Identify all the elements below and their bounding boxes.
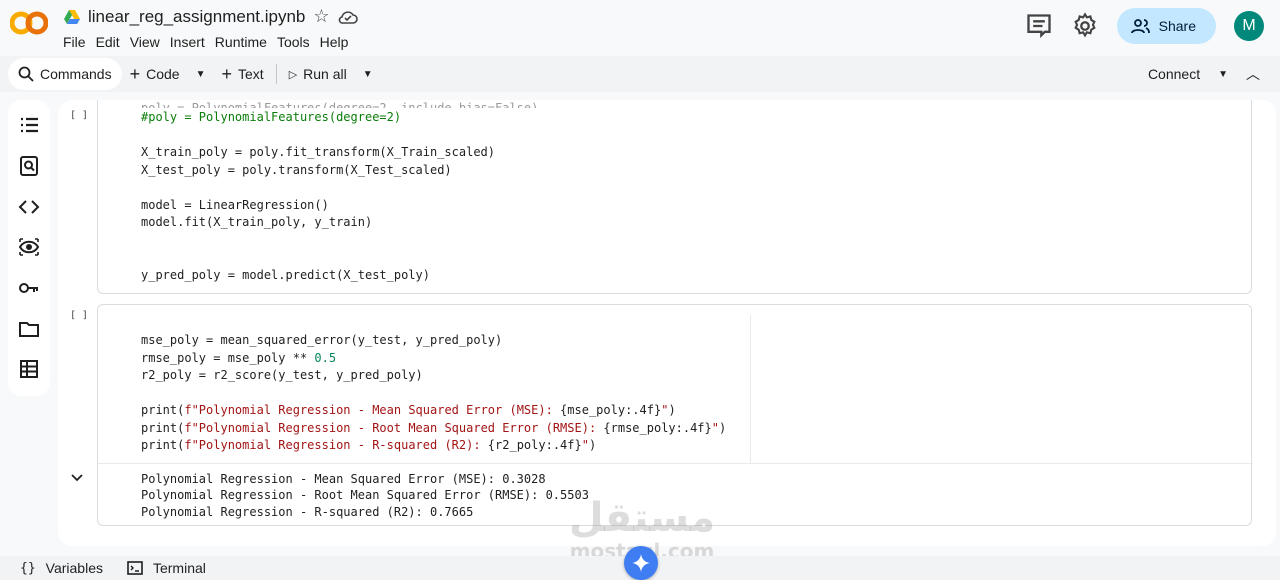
terminal-icon [127,561,143,575]
code-label: Code [146,66,180,82]
ruler-line [750,315,751,463]
truncated-code-line: poly = PolynomialFeatures(degree=2, incl… [141,101,539,108]
drive-icon [64,9,80,24]
cell-code[interactable]: mse_poly = mean_squared_error(y_test, y_… [141,332,726,455]
menu-runtime[interactable]: Runtime [215,34,275,50]
search-icon [18,66,34,82]
menu-edit[interactable]: Edit [96,34,128,50]
notebook-toolbar: Commands + Code ▼ + Text ▷ Run all ▼ Con… [0,56,1280,92]
terminal-label: Terminal [152,560,206,576]
cell-code[interactable]: #poly = PolynomialFeatures(degree=2) X_t… [141,109,495,284]
text-label: Text [238,66,264,82]
star-icon[interactable]: ☆ [313,6,329,27]
run-cell-button[interactable]: [ ] [70,310,88,321]
play-icon: ▷ [288,68,298,81]
data-table-icon[interactable] [18,358,40,380]
code-cell[interactable]: mse_poly = mean_squared_error(y_test, y_… [97,304,1253,526]
terminal-button[interactable]: Terminal [103,560,206,576]
top-bar: linear_reg_assignment.ipynb ☆ File Edit Vi… [0,0,1280,56]
commands-button[interactable]: Commands [8,58,122,90]
code-cell[interactable]: poly = PolynomialFeatures(degree=2, incl… [97,100,1252,294]
find-in-notebook-icon[interactable] [18,155,40,177]
connect-dropdown-icon[interactable]: ▼ [1218,69,1228,80]
variables-label: Variables [45,560,103,576]
gemini-button[interactable] [624,546,658,580]
code-dropdown-button[interactable]: ▼ [188,56,214,92]
menu-file[interactable]: File [63,34,94,50]
share-label: Share [1158,18,1196,34]
variables-button[interactable]: {} Variables [0,560,103,576]
caret-down-icon: ▼ [195,68,206,80]
commands-label: Commands [40,66,112,82]
output-divider [98,463,1253,464]
run-dropdown-button[interactable]: ▼ [355,56,381,92]
caret-down-icon: ▼ [362,68,373,80]
settings-gear-icon[interactable] [1071,12,1099,40]
account-avatar[interactable]: M [1234,11,1264,41]
menu-view[interactable]: View [130,34,168,50]
toolbar-divider [275,64,277,84]
menu-tools[interactable]: Tools [277,34,318,50]
left-sidebar [8,100,50,396]
plus-icon: + [221,63,232,84]
menu-bar: File Edit View Insert Runtime Tools Help [63,34,358,50]
collapse-output-chevron-icon[interactable] [71,473,83,483]
code-snippets-icon[interactable] [18,196,40,218]
run-all-label: Run all [303,66,347,82]
variable-inspector-eye-icon[interactable] [18,236,40,258]
run-cell-button[interactable]: [ ] [70,110,88,121]
collapse-header-icon[interactable]: ︿ [1246,64,1260,84]
cell-output: Polynomial Regression - Mean Squared Err… [141,472,589,519]
people-icon [1130,19,1150,34]
menu-help[interactable]: Help [320,34,357,50]
gemini-sparkle-icon [632,554,650,572]
secrets-key-icon[interactable] [18,277,40,299]
run-all-button[interactable]: ▷ Run all [281,56,355,92]
connect-button[interactable]: Connect [1148,66,1200,82]
cloud-saved-icon[interactable] [338,10,358,24]
menu-insert[interactable]: Insert [170,34,213,50]
notebook-filename[interactable]: linear_reg_assignment.ipynb [88,7,305,27]
share-button[interactable]: Share [1116,8,1216,44]
add-code-button[interactable]: + Code [122,56,188,92]
plus-icon: + [129,63,141,84]
comment-icon[interactable] [1025,12,1053,40]
add-text-button[interactable]: + Text [213,56,271,92]
colab-logo[interactable] [10,10,48,36]
files-folder-icon[interactable] [18,318,40,340]
notebook-main: poly = PolynomialFeatures(degree=2, incl… [58,100,1276,546]
table-of-contents-icon[interactable] [18,114,40,136]
braces-icon: {} [20,560,36,576]
